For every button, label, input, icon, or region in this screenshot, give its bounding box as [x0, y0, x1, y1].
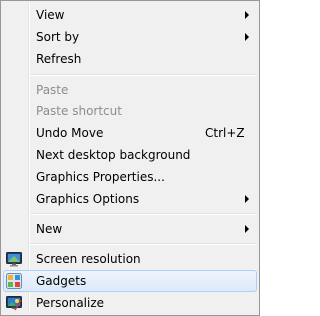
keyboard-shortcut: Ctrl+Z	[205, 126, 245, 140]
menu-item-label: New	[36, 222, 63, 236]
menu-separator	[30, 213, 257, 215]
monitor-icon	[6, 251, 22, 267]
menu-item-label: Paste	[36, 83, 69, 97]
menu-item-label: Gadgets	[36, 274, 87, 288]
menu-item-view[interactable]: View	[3, 4, 257, 26]
menu-item-gadgets[interactable]: Gadgets	[3, 270, 257, 292]
submenu-arrow-icon	[245, 33, 249, 41]
menu-item-label: Screen resolution	[36, 252, 141, 266]
desktop-context-menu: View Sort by Refresh Paste Paste shortcu…	[0, 0, 260, 316]
menu-item-new[interactable]: New	[3, 218, 257, 240]
submenu-arrow-icon	[245, 195, 249, 203]
submenu-arrow-icon	[245, 11, 249, 19]
menu-item-label: Personalize	[36, 296, 105, 310]
menu-item-graphics-properties[interactable]: Graphics Properties...	[3, 166, 257, 188]
menu-item-label: View	[36, 8, 65, 22]
menu-item-label: Undo Move	[36, 126, 104, 140]
menu-item-next-desktop-background[interactable]: Next desktop background	[3, 144, 257, 166]
menu-item-refresh[interactable]: Refresh	[3, 48, 257, 70]
menu-separator	[30, 74, 257, 76]
menu-item-paste: Paste	[3, 79, 257, 101]
menu-item-screen-resolution[interactable]: Screen resolution	[3, 248, 257, 270]
menu-item-label: Refresh	[36, 52, 82, 66]
menu-item-label: Sort by	[36, 30, 80, 44]
menu-item-graphics-options[interactable]: Graphics Options	[3, 188, 257, 210]
menu-item-label: Next desktop background	[36, 148, 191, 162]
submenu-arrow-icon	[245, 225, 249, 233]
menu-item-paste-shortcut: Paste shortcut	[3, 100, 257, 122]
menu-item-undo-move[interactable]: Undo Move Ctrl+Z	[3, 122, 257, 144]
gadgets-icon	[6, 273, 22, 289]
menu-item-label: Paste shortcut	[36, 104, 122, 118]
menu-item-label: Graphics Properties...	[36, 170, 165, 184]
menu-item-label: Graphics Options	[36, 192, 140, 206]
menu-item-personalize[interactable]: Personalize	[3, 292, 257, 314]
menu-separator	[30, 243, 257, 245]
menu-item-sort-by[interactable]: Sort by	[3, 26, 257, 48]
personalize-icon	[6, 295, 22, 311]
